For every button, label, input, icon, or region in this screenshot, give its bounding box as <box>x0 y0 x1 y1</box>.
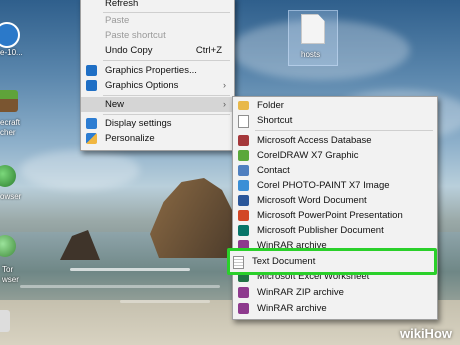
globe-icon[interactable] <box>0 165 16 187</box>
submenu-item-photo-paint[interactable]: Corel PHOTO-PAINT X7 Image <box>233 178 437 193</box>
submenu-item-text-document[interactable]: Text Document <box>230 254 434 269</box>
submenu-item-word[interactable]: Microsoft Word Document <box>233 193 437 208</box>
blank-file-icon[interactable] <box>301 14 325 44</box>
submenu-item-coreldraw[interactable]: CorelDRAW X7 Graphic <box>233 148 437 163</box>
coreldraw-icon <box>238 150 249 161</box>
folder-icon <box>238 101 249 110</box>
desktop-icon-label: owser <box>0 192 22 201</box>
publisher-icon <box>238 225 249 236</box>
winrar-zip-icon <box>238 287 249 298</box>
display-settings-icon <box>86 118 97 129</box>
menu-item-personalize[interactable]: Personalize <box>81 131 234 146</box>
desktop-context-menu: Refresh Paste Paste shortcut Undo Copy C… <box>80 0 235 151</box>
powerpoint-icon <box>238 210 249 221</box>
menu-item-refresh[interactable]: Refresh <box>81 0 234 11</box>
submenu-item-folder[interactable]: Folder <box>233 98 437 113</box>
menu-item-graphics-properties[interactable]: Graphics Properties... <box>81 63 234 78</box>
desktop-icon-label: ecraft cher <box>0 118 21 137</box>
menu-item-graphics-options[interactable]: Graphics Options › <box>81 78 234 93</box>
submenu-item-contact[interactable]: Contact <box>233 163 437 178</box>
file-label: hosts <box>301 50 321 59</box>
chevron-right-icon: › <box>223 99 226 109</box>
menu-item-display-settings[interactable]: Display settings <box>81 116 234 131</box>
desktop-icon-label: e-10... <box>0 48 23 57</box>
submenu-item-winrar-zip[interactable]: WinRAR ZIP archive <box>233 285 437 300</box>
submenu-item-publisher[interactable]: Microsoft Publisher Document <box>233 223 437 238</box>
word-icon <box>238 195 249 206</box>
menu-item-paste-shortcut[interactable]: Paste shortcut <box>81 28 234 43</box>
desktop-icon-label: Tor wser <box>2 265 19 284</box>
contact-icon <box>238 165 249 176</box>
undo-shortcut: Ctrl+Z <box>195 45 222 56</box>
minecraft-launcher-icon[interactable] <box>0 90 18 112</box>
submenu-item-winrar-2[interactable]: WinRAR archive <box>233 301 437 316</box>
new-submenu: Folder Shortcut Microsoft Access Databas… <box>232 96 438 320</box>
intel-graphics-icon <box>86 65 97 76</box>
submenu-item-shortcut[interactable]: Shortcut <box>233 113 437 128</box>
shortcut-icon <box>238 115 249 128</box>
personalize-icon <box>86 133 97 144</box>
rock-formation <box>150 178 240 258</box>
chevron-right-icon: › <box>223 80 226 90</box>
generic-file-icon[interactable] <box>0 310 10 332</box>
submenu-item-powerpoint[interactable]: Microsoft PowerPoint Presentation <box>233 208 437 223</box>
access-icon <box>238 135 249 146</box>
menu-item-undo-copy[interactable]: Undo Copy Ctrl+Z <box>81 43 234 58</box>
menu-item-new[interactable]: New › <box>81 97 234 112</box>
settings-shortcut-icon[interactable] <box>0 22 20 48</box>
text-document-highlight[interactable]: Text Document <box>227 248 437 275</box>
wikihow-watermark: wikiHow <box>399 326 452 341</box>
submenu-item-access[interactable]: Microsoft Access Database <box>233 133 437 148</box>
text-document-icon <box>233 256 244 269</box>
photo-paint-icon <box>238 180 249 191</box>
winrar-icon <box>238 303 249 314</box>
intel-graphics-icon <box>86 80 97 91</box>
menu-item-paste[interactable]: Paste <box>81 13 234 28</box>
